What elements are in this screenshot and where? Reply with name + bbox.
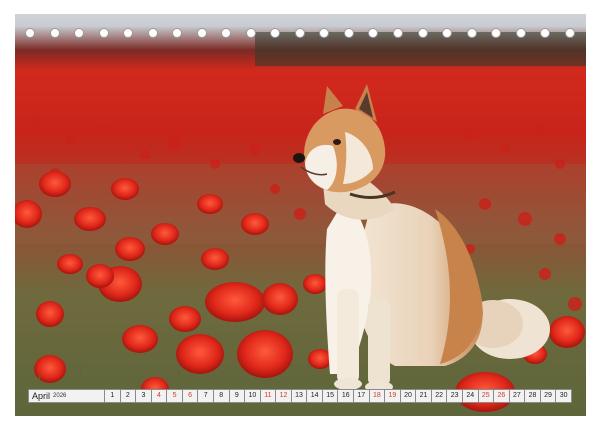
month-name: April — [32, 391, 51, 401]
binding-hole — [564, 28, 575, 38]
binding-hole — [25, 28, 35, 38]
binding-hole — [294, 28, 305, 38]
day-cell: 18 — [370, 390, 386, 402]
binding-hole — [442, 28, 453, 38]
binding-hole — [196, 28, 207, 38]
day-cell: 4 — [152, 390, 168, 402]
binding-hole — [343, 28, 354, 38]
day-cell: 1 — [105, 390, 121, 402]
day-cell: 9 — [230, 390, 246, 402]
binding-hole — [392, 28, 403, 38]
calendar-page: April 2026 1 2 3 4 5 6 7 8 9 10 11 12 13 14 15 16 17 18 19… — [0, 0, 600, 431]
day-cells: 1 2 3 4 5 6 7 8 9 10 11 12 13 14 15 16 17 18 19 20 21 22 23 24 2… — [105, 390, 571, 402]
day-cell: 16 — [338, 390, 354, 402]
day-cell: 15 — [323, 390, 339, 402]
day-cell: 8 — [214, 390, 230, 402]
binding-hole — [368, 28, 379, 38]
binding-hole — [319, 28, 330, 38]
day-cell: 24 — [463, 390, 479, 402]
day-cell: 6 — [183, 390, 199, 402]
day-cell: 29 — [541, 390, 557, 402]
day-cell: 13 — [292, 390, 308, 402]
binding-hole — [147, 28, 158, 38]
binding-hole — [270, 28, 281, 38]
binding-hole — [74, 28, 85, 38]
binding-hole — [98, 28, 109, 38]
day-cell: 10 — [245, 390, 261, 402]
month-label: April 2026 — [29, 390, 105, 402]
binding-hole — [49, 28, 60, 38]
day-cell: 17 — [354, 390, 370, 402]
photo-illustration — [15, 32, 586, 416]
day-cell: 7 — [198, 390, 214, 402]
day-cell: 22 — [432, 390, 448, 402]
month-year: 2026 — [53, 393, 67, 399]
binding-hole — [245, 28, 256, 38]
day-cell: 30 — [559, 392, 568, 399]
binding-hole — [172, 28, 183, 38]
day-cell: 28 — [525, 390, 541, 402]
day-cell: 23 — [447, 390, 463, 402]
binding-hole — [417, 28, 428, 38]
day-cell: 5 — [167, 390, 183, 402]
binding-hole — [221, 28, 232, 38]
day-cell: 3 — [136, 390, 152, 402]
akita-poppy-photo — [15, 14, 586, 416]
binding-hole — [491, 28, 502, 38]
binding-hole — [540, 28, 551, 38]
binding-hole — [123, 28, 134, 38]
binding-holes — [25, 27, 575, 39]
day-cell: 14 — [307, 390, 323, 402]
day-cell: 20 — [401, 390, 417, 402]
day-cell: 26 — [494, 390, 510, 402]
day-cell: 27 — [510, 390, 526, 402]
day-cell: 19 — [385, 390, 401, 402]
day-cell: 2 — [121, 390, 137, 402]
day-cell: 12 — [276, 390, 292, 402]
calendar-strip: April 2026 1 2 3 4 5 6 7 8 9 10 11 12 13 14 15 16 17 18 19… — [28, 389, 572, 403]
day-cell: 21 — [416, 390, 432, 402]
binding-hole — [515, 28, 526, 38]
binding-hole — [466, 28, 477, 38]
day-cell: 25 — [479, 390, 495, 402]
day-cell: 11 — [261, 390, 277, 402]
